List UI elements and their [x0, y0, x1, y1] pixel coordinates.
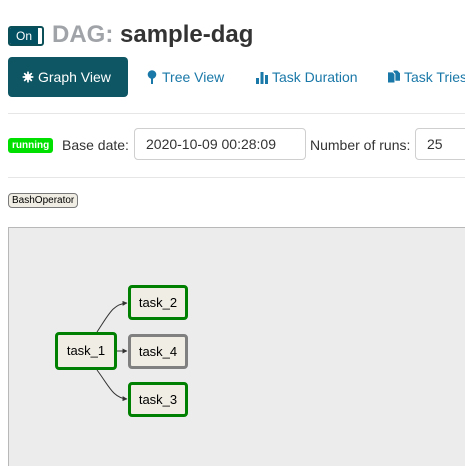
tab-tree-view[interactable]: Tree View: [146, 57, 224, 97]
task-node-task_2[interactable]: task_2: [128, 285, 188, 320]
tab-task-tries[interactable]: Task Tries: [388, 57, 465, 97]
tab-task-tries-label: Task Tries: [404, 69, 465, 85]
tree-icon: [147, 70, 157, 84]
toggle-on-label: On: [10, 28, 38, 44]
duplicate-icon: [388, 70, 400, 83]
tab-task-duration[interactable]: Task Duration: [256, 57, 358, 97]
title-prefix: DAG:: [52, 21, 114, 48]
tab-graph-view-label: Graph View: [38, 69, 111, 85]
dag-name: sample-dag: [120, 21, 254, 48]
bar-chart-icon: [256, 72, 268, 84]
divider: [8, 113, 465, 114]
task-node-task_1[interactable]: task_1: [55, 332, 117, 370]
page-title: DAG: sample-dag: [52, 19, 253, 51]
task-node-task_3[interactable]: task_3: [128, 382, 188, 417]
base-date-label: Base date:: [62, 137, 129, 153]
edge-task_1-task_2: [96, 300, 128, 333]
dag-graph-canvas[interactable]: task_1 task_2 task_4 task_3: [8, 227, 465, 466]
task-node-task_4[interactable]: task_4: [128, 334, 188, 369]
tab-graph-view[interactable]: Graph View: [8, 57, 128, 97]
edge-task_1-task_3: [96, 369, 128, 402]
num-runs-select[interactable]: 25: [415, 128, 465, 160]
operator-legend-bashoperator: BashOperator: [8, 193, 79, 208]
asterisk-icon: [22, 71, 34, 83]
tab-task-duration-label: Task Duration: [272, 69, 358, 85]
num-runs-label: Number of runs:: [310, 137, 411, 153]
divider: [8, 177, 465, 178]
dag-pause-toggle[interactable]: On: [8, 26, 44, 46]
base-date-input[interactable]: 2020-10-09 00:28:09: [134, 128, 306, 160]
view-tabs: Graph View Tree View Task Duration Task …: [8, 57, 465, 97]
tab-tree-view-label: Tree View: [162, 69, 225, 85]
dag-run-state-badge: running: [8, 138, 54, 153]
page: On DAG: sample-dag Graph View Tree View …: [0, 0, 465, 466]
